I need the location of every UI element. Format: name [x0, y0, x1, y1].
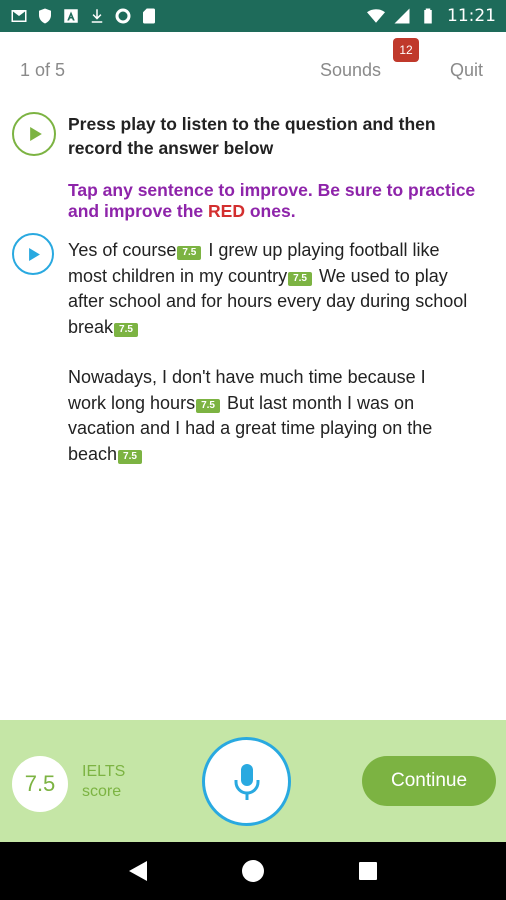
- sim-icon: [140, 7, 158, 25]
- app-a-icon: [62, 7, 80, 25]
- sentence-score-badge: 7.5: [288, 271, 312, 286]
- answer-paragraph: Yes of course 7.5 I grew up playing footb…: [68, 238, 468, 340]
- home-circle-icon: [241, 860, 264, 882]
- download-icon: [88, 7, 106, 25]
- system-nav-bar: [0, 842, 506, 900]
- quit-button[interactable]: Quit: [450, 60, 483, 81]
- nav-recents-button[interactable]: [354, 857, 382, 885]
- answer-paragraph: Nowadays, I don't have much time because…: [68, 365, 468, 467]
- nav-home-button[interactable]: [239, 857, 267, 885]
- instruction-red-word: RED: [208, 201, 245, 221]
- sounds-count-badge: 12: [393, 38, 419, 62]
- battery-icon: [419, 7, 437, 25]
- record-button[interactable]: [202, 737, 291, 826]
- ielts-score-label: IELTS score: [82, 762, 125, 802]
- sentence-score-badge: 7.5: [177, 246, 202, 260]
- app-screen: 1 of 5 Sounds 12 Quit Press play to list…: [0, 32, 506, 842]
- question-prompt: Press play to listen to the question and…: [68, 114, 436, 158]
- play-icon: [29, 247, 40, 261]
- answer-sentence[interactable]: Yes of course: [68, 240, 176, 260]
- nav-back-button[interactable]: [124, 857, 152, 885]
- shield-icon: [36, 7, 54, 25]
- circle-icon: [114, 7, 132, 25]
- signal-icon: [393, 7, 411, 25]
- sounds-button[interactable]: Sounds: [320, 60, 381, 81]
- play-icon: [29, 127, 42, 141]
- gmail-icon: [10, 7, 28, 25]
- answer-play-button[interactable]: [12, 233, 54, 275]
- answer-transcript: Yes of course 7.5 I grew up playing footb…: [68, 238, 468, 467]
- status-bar: 11:21: [0, 0, 506, 32]
- wifi-icon: [367, 7, 385, 25]
- score-label-line2: score: [82, 783, 122, 800]
- question-play-button[interactable]: [12, 112, 56, 156]
- score-label-line1: IELTS: [82, 763, 126, 780]
- continue-button[interactable]: Continue: [362, 756, 496, 806]
- status-time: 11:21: [447, 6, 496, 26]
- recents-square-icon: [359, 862, 378, 880]
- sentence-score-badge: 7.5: [114, 322, 138, 337]
- ielts-score-value: 7.5: [12, 756, 68, 812]
- status-left-icons: [10, 7, 158, 25]
- instruction-text: Tap any sentence to improve. Be sure to …: [68, 180, 488, 222]
- top-bar: 1 of 5 Sounds 12 Quit: [0, 32, 506, 102]
- question-progress: 1 of 5: [20, 60, 66, 80]
- sentence-score-badge: 7.5: [196, 398, 220, 413]
- instruction-text-after: ones.: [244, 201, 296, 221]
- back-triangle-icon: [128, 861, 147, 881]
- status-right-icons: 11:21: [367, 6, 496, 26]
- bottom-panel: 7.5 IELTS score Continue: [0, 720, 506, 842]
- microphone-icon: [234, 763, 259, 800]
- sentence-score-badge: 7.5: [118, 449, 142, 464]
